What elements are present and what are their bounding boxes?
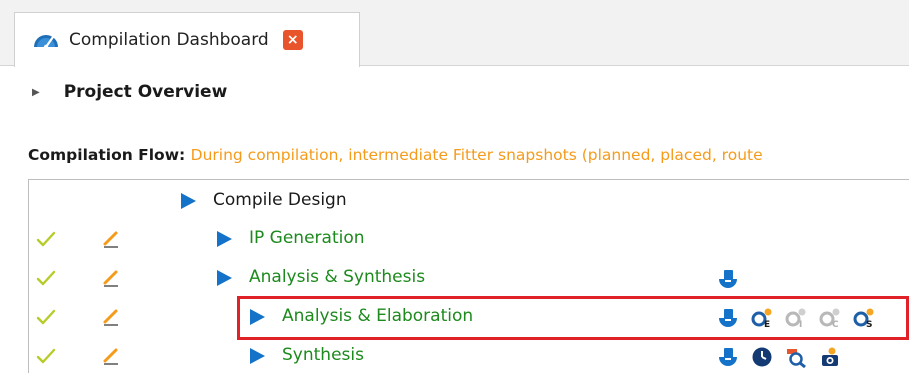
- checkmark-icon: [36, 309, 56, 325]
- compilation-flow-header: Compilation Flow: During compilation, in…: [28, 146, 909, 164]
- project-overview-section[interactable]: ▶ Project Overview: [32, 79, 227, 105]
- flow-description: During compilation, intermediate Fitter …: [190, 146, 763, 164]
- task-label: Compile Design: [213, 190, 347, 210]
- flow-colon: :: [179, 146, 191, 164]
- task-row-compile-design[interactable]: Compile Design: [29, 182, 909, 220]
- run-triangle-icon[interactable]: [250, 348, 265, 364]
- chevron-right-icon[interactable]: ▶: [32, 87, 40, 98]
- checkmark-icon: [36, 270, 56, 286]
- pencil-icon[interactable]: [101, 307, 121, 327]
- checkmark-icon: [36, 348, 56, 364]
- task-row-ip-generation[interactable]: IP Generation: [29, 220, 909, 258]
- tab-compilation-dashboard[interactable]: Compilation Dashboard ×: [14, 12, 360, 67]
- close-icon[interactable]: ×: [282, 30, 303, 50]
- pencil-icon[interactable]: [101, 268, 121, 288]
- speedometer-icon: [34, 35, 58, 50]
- task-label: Synthesis: [282, 345, 364, 365]
- task-label: IP Generation: [249, 228, 365, 248]
- task-label: Analysis & Synthesis: [249, 267, 426, 287]
- pencil-icon[interactable]: [101, 346, 121, 366]
- tab-title: Compilation Dashboard: [69, 30, 269, 50]
- tab-bar: Compilation Dashboard ×: [0, 0, 909, 67]
- flow-label: Compilation Flow: [28, 146, 180, 164]
- report-icon[interactable]: [717, 268, 739, 290]
- run-triangle-icon[interactable]: [181, 193, 196, 209]
- timing-analyzer-icon[interactable]: [751, 346, 773, 368]
- project-overview-title: Project Overview: [63, 82, 228, 102]
- pencil-icon[interactable]: [101, 229, 121, 249]
- run-triangle-icon[interactable]: [217, 231, 232, 247]
- report-icon[interactable]: [717, 346, 739, 368]
- run-triangle-icon[interactable]: [217, 270, 232, 286]
- signal-tap-icon[interactable]: [819, 346, 841, 368]
- task-row-analysis-synthesis[interactable]: Analysis & Synthesis: [29, 259, 909, 297]
- task-tool-icons: [717, 268, 739, 290]
- compilation-task-tree: Compile Design IP Generation Analysis & …: [28, 179, 909, 373]
- task-tool-icons: [717, 346, 841, 368]
- rtl-viewer-icon[interactable]: [785, 346, 807, 368]
- checkmark-icon: [36, 231, 56, 247]
- highlight-box: [237, 296, 909, 340]
- task-row-synthesis[interactable]: Synthesis: [29, 337, 909, 375]
